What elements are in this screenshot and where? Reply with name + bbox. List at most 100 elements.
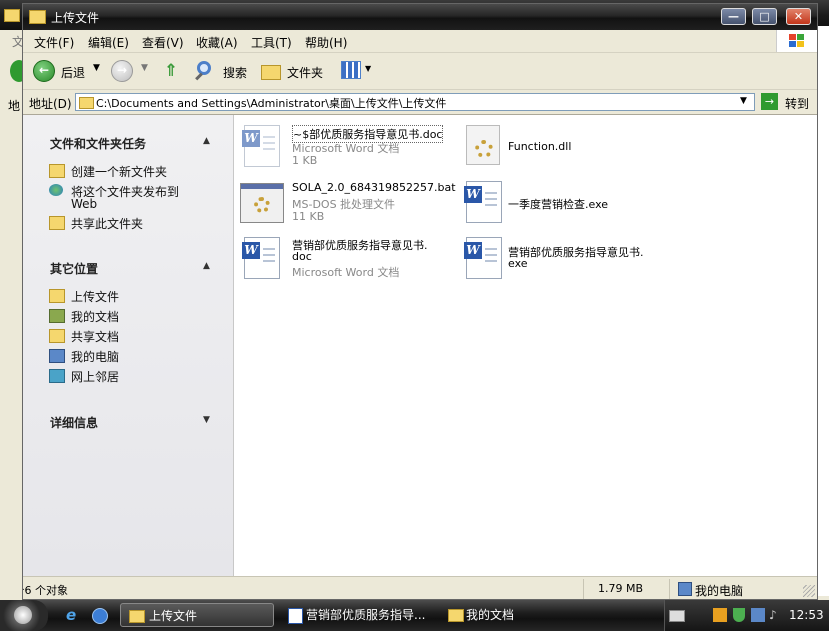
collapse-up-icon[interactable]: ▲ bbox=[203, 261, 210, 271]
address-input[interactable]: C:\Documents and Settings\Administrator\… bbox=[75, 93, 755, 111]
search-button[interactable]: 搜索 bbox=[195, 59, 253, 83]
views-button[interactable]: ▼ bbox=[341, 61, 375, 81]
task-pane: 文件和文件夹任务 ▲ 创建一个新文件夹 将这个文件夹发布到 Web 共享此文件夹… bbox=[23, 115, 234, 576]
batch-file-icon bbox=[240, 183, 284, 223]
taskbar-item-document[interactable]: 营销部优质服务指导... bbox=[280, 603, 436, 627]
file-name: 营销部优质服务指导意见书. bbox=[292, 239, 428, 252]
minimize-button[interactable]: — bbox=[721, 8, 746, 25]
status-object-count: 2 个6 个对象 bbox=[23, 584, 68, 597]
word-document-icon: W bbox=[242, 125, 280, 167]
folder-icon bbox=[129, 610, 145, 623]
status-size: 1.79 MB bbox=[598, 582, 644, 595]
file-name-extension: doc bbox=[292, 250, 312, 263]
resize-grip-icon[interactable] bbox=[803, 585, 815, 597]
file-size: 1 KB bbox=[292, 154, 318, 167]
address-label: 地址(D) bbox=[29, 97, 72, 111]
places-section-title[interactable]: 其它位置 bbox=[50, 260, 98, 277]
file-name: 营销部优质服务指导意见书. bbox=[508, 246, 644, 259]
back-button[interactable]: ← 后退 ▼ bbox=[33, 59, 107, 83]
file-name: 一季度营销检查.exe bbox=[508, 198, 609, 211]
folder-icon bbox=[79, 97, 94, 109]
file-item[interactable]: W 营销部优质服务指导意见书. doc Microsoft Word 文档 bbox=[240, 235, 450, 281]
network-icon bbox=[49, 369, 65, 383]
menu-help[interactable]: 帮助(H) bbox=[305, 34, 347, 51]
file-item[interactable]: SOLA_2.0_684319852257.bat MS-DOS 批处理文件 1… bbox=[240, 179, 456, 225]
status-bar: 2 个6 个对象 1.79 MB 我的电脑 bbox=[23, 576, 817, 599]
volume-icon[interactable]: ♪ bbox=[769, 608, 781, 622]
back-label: 后退 bbox=[61, 66, 86, 80]
my-documents-icon bbox=[49, 309, 65, 323]
menu-bar: 文件(F) 编辑(E) 查看(V) 收藏(A) 工具(T) 帮助(H) bbox=[23, 30, 817, 53]
back-arrow-icon: ← bbox=[33, 60, 55, 82]
network-tray-icon[interactable] bbox=[751, 608, 765, 622]
taskbar-item-my-documents[interactable]: 我的文档 bbox=[440, 603, 590, 627]
computer-icon bbox=[678, 582, 692, 596]
shield-icon[interactable] bbox=[733, 608, 745, 622]
system-tray: ♪ 12:53 bbox=[664, 600, 829, 631]
file-item[interactable]: W ~$部优质服务指导意见书.doc Microsoft Word 文档 1 K… bbox=[240, 123, 450, 169]
new-folder-icon bbox=[49, 164, 65, 178]
menu-edit[interactable]: 编辑(E) bbox=[88, 34, 129, 51]
tasks-section-title[interactable]: 文件和文件夹任务 bbox=[50, 135, 146, 152]
file-name: SOLA_2.0_684319852257.bat bbox=[292, 181, 456, 194]
taskbar-item-upload[interactable]: 上传文件 bbox=[120, 603, 274, 627]
views-dropdown-icon: ▼ bbox=[365, 64, 372, 73]
folder-icon bbox=[4, 9, 20, 22]
status-location: 我的电脑 bbox=[695, 584, 744, 598]
go-arrow-icon: → bbox=[761, 93, 778, 110]
folder-icon bbox=[49, 289, 65, 303]
menu-view[interactable]: 查看(V) bbox=[142, 34, 184, 51]
maximize-button[interactable]: □ bbox=[752, 8, 777, 25]
folders-icon bbox=[261, 65, 281, 80]
explorer-window: 上传文件 — □ ✕ 文件(F) 编辑(E) 查看(V) 收藏(A) 工具(T)… bbox=[22, 3, 818, 600]
go-button[interactable]: → 转到 bbox=[761, 93, 813, 111]
share-folder-icon bbox=[49, 216, 65, 230]
go-label: 转到 bbox=[785, 97, 810, 111]
up-folder-icon[interactable]: ⇑ bbox=[161, 61, 181, 81]
windows-orb-icon bbox=[14, 606, 32, 624]
file-size: 11 KB bbox=[292, 210, 325, 223]
folder-icon bbox=[448, 609, 464, 622]
forward-arrow-icon: → bbox=[111, 60, 133, 82]
dll-gear-icon bbox=[466, 125, 500, 165]
file-name-extension: exe bbox=[508, 257, 528, 270]
forward-dropdown-icon: ▼ bbox=[141, 63, 148, 73]
keyboard-icon[interactable] bbox=[669, 610, 685, 622]
file-item[interactable]: W 一季度营销检查.exe bbox=[462, 179, 662, 225]
file-list: W ~$部优质服务指导意见书.doc Microsoft Word 文档 1 K… bbox=[234, 115, 817, 576]
file-type: Microsoft Word 文档 bbox=[292, 266, 400, 279]
globe-icon bbox=[49, 184, 63, 196]
search-label: 搜索 bbox=[223, 66, 248, 80]
folders-button[interactable]: 文件夹 bbox=[259, 59, 325, 83]
address-path: C:\Documents and Settings\Administrator\… bbox=[96, 97, 447, 110]
address-bar: 地址(D) C:\Documents and Settings\Administ… bbox=[23, 90, 817, 115]
file-item[interactable]: Function.dll bbox=[462, 123, 662, 169]
views-icon bbox=[341, 61, 361, 79]
address-dropdown-icon[interactable]: ▼ bbox=[740, 96, 747, 106]
expand-down-icon[interactable]: ▼ bbox=[203, 415, 210, 425]
folder-icon bbox=[29, 10, 46, 24]
window-title: 上传文件 bbox=[51, 11, 100, 25]
menu-tools[interactable]: 工具(T) bbox=[251, 34, 292, 51]
start-button[interactable] bbox=[0, 600, 48, 631]
back-dropdown-icon: ▼ bbox=[93, 63, 100, 73]
quicklaunch-icon[interactable] bbox=[92, 608, 108, 624]
collapse-up-icon[interactable]: ▲ bbox=[203, 136, 210, 146]
windows-logo-icon bbox=[776, 30, 817, 52]
close-button[interactable]: ✕ bbox=[786, 8, 811, 25]
toolbar: ← 后退 ▼ → ▼ ⇑ 搜索 文件夹 ▼ bbox=[23, 53, 817, 90]
input-method-icon[interactable] bbox=[713, 608, 727, 622]
menu-favorites[interactable]: 收藏(A) bbox=[196, 34, 238, 51]
file-item[interactable]: W 营销部优质服务指导意见书. exe bbox=[462, 235, 662, 281]
word-document-icon: W bbox=[464, 181, 502, 223]
menu-file[interactable]: 文件(F) bbox=[34, 34, 74, 51]
title-bar[interactable]: 上传文件 — □ ✕ bbox=[23, 4, 817, 30]
file-name: Function.dll bbox=[508, 140, 572, 153]
folders-label: 文件夹 bbox=[287, 66, 324, 80]
details-section-title[interactable]: 详细信息 bbox=[50, 414, 98, 431]
clock: 12:53 bbox=[789, 608, 824, 622]
ie-icon[interactable]: e bbox=[66, 607, 82, 623]
forward-button[interactable]: → ▼ bbox=[111, 59, 151, 83]
folder-icon bbox=[49, 329, 65, 343]
word-document-icon bbox=[288, 608, 303, 624]
